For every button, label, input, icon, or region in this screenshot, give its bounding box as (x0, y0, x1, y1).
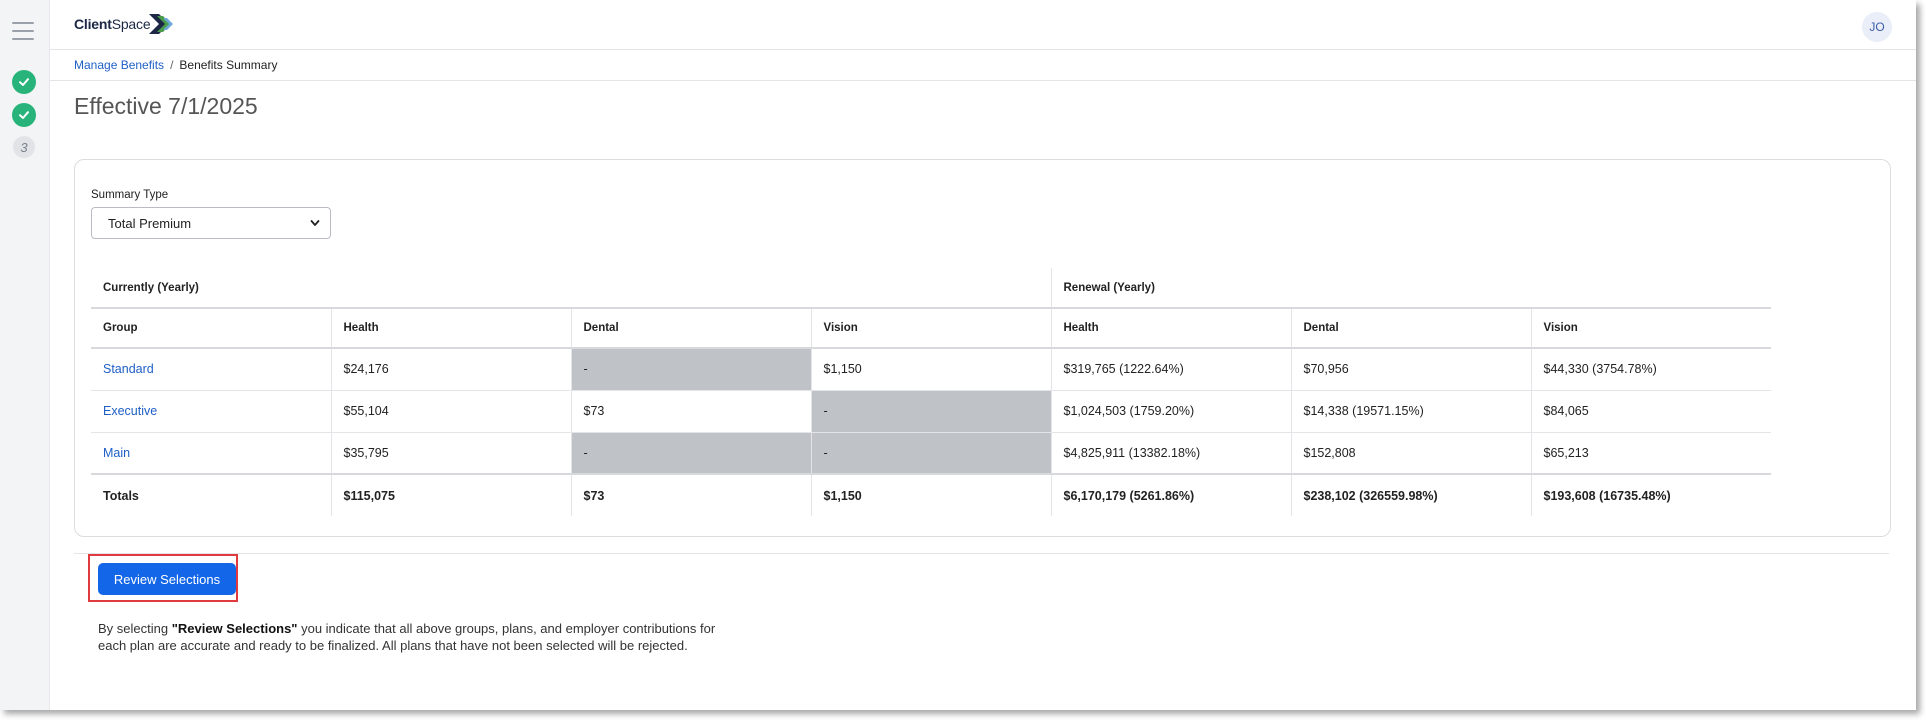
summary-type-select[interactable]: Total Premium (91, 207, 331, 239)
table-cell: $35,795 (331, 432, 572, 475)
totals-cell: $238,102 (326559.98%) (1291, 473, 1532, 516)
table-cell: $1,150 (811, 348, 1052, 391)
breadcrumb: Manage Benefits / Benefits Summary (74, 58, 277, 72)
review-disclaimer: By selecting "Review Selections" you ind… (98, 621, 716, 653)
page-title: Effective 7/1/2025 (74, 93, 258, 119)
review-selections-button[interactable]: Review Selections (98, 563, 236, 595)
totals-cell: $73 (571, 473, 812, 516)
breadcrumb-separator: / (170, 58, 174, 72)
table-cell: $70,956 (1291, 348, 1532, 391)
table-cell: $65,213 (1531, 432, 1771, 475)
totals-cell: $193,608 (16735.48%) (1531, 473, 1771, 516)
section-divider (74, 553, 1889, 554)
table-cell: $24,176 (331, 348, 572, 391)
disclaimer-emphasis: "Review Selections" (171, 621, 298, 636)
summary-card: Summary Type Total Premium Currently (Ye… (74, 159, 1891, 537)
column-header-current-dental: Dental (571, 308, 812, 349)
table-row: Executive $55,104 $73 - $1,024,503 (1759… (91, 390, 1771, 433)
renewal-yearly-header: Renewal (Yearly) (1051, 268, 1771, 309)
table-cell: $73 (571, 390, 812, 433)
logo-text: ClientSpace (74, 16, 151, 32)
table-row: Main $35,795 - - $4,825,911 (13382.18%) … (91, 432, 1771, 475)
totals-cell: $6,170,179 (5261.86%) (1051, 473, 1292, 516)
step-2-complete-icon[interactable] (12, 103, 36, 127)
totals-cell: $115,075 (331, 473, 572, 516)
group-cell: Main (91, 432, 332, 475)
breadcrumb-bar: Manage Benefits / Benefits Summary (50, 49, 1916, 81)
summary-type-label: Summary Type (91, 189, 169, 201)
table-cell: $14,338 (19571.15%) (1291, 390, 1532, 433)
totals-cell: $1,150 (811, 473, 1052, 516)
column-header-renewal-health: Health (1051, 308, 1292, 349)
breadcrumb-current: Benefits Summary (179, 58, 278, 72)
table-column-header-row: Group Health Dental Vision Health Dental… (91, 308, 1771, 349)
top-bar: ClientSpace JO (50, 0, 1916, 50)
group-link-standard[interactable]: Standard (103, 362, 154, 376)
table-cell: $319,765 (1222.64%) (1051, 348, 1292, 391)
chevron-down-icon (310, 220, 320, 226)
user-avatar[interactable]: JO (1862, 12, 1892, 42)
table-cell: $55,104 (331, 390, 572, 433)
logo-chevron-icon (149, 14, 174, 34)
group-cell: Standard (91, 348, 332, 391)
table-cell: $1,024,503 (1759.20%) (1051, 390, 1292, 433)
summary-type-value: Total Premium (108, 215, 192, 231)
column-header-renewal-vision: Vision (1531, 308, 1771, 349)
column-header-current-vision: Vision (811, 308, 1052, 349)
totals-label: Totals (91, 473, 332, 516)
group-link-main[interactable]: Main (103, 446, 130, 460)
group-cell: Executive (91, 390, 332, 433)
table-cell: $44,330 (3754.78%) (1531, 348, 1771, 391)
step-3-current[interactable]: 3 (13, 136, 35, 158)
currently-yearly-header: Currently (Yearly) (91, 268, 1052, 309)
table-cell: $84,065 (1531, 390, 1771, 433)
table-row: Standard $24,176 - $1,150 $319,765 (1222… (91, 348, 1771, 391)
breadcrumb-manage-benefits-link[interactable]: Manage Benefits (74, 58, 164, 72)
table-cell-unavailable: - (811, 390, 1052, 433)
column-header-current-health: Health (331, 308, 572, 349)
table-cell-unavailable: - (571, 432, 812, 475)
menu-icon[interactable] (12, 22, 34, 40)
column-header-group: Group (91, 308, 332, 349)
table-group-header-row: Currently (Yearly) Renewal (Yearly) (91, 268, 1771, 309)
table-cell: $4,825,911 (13382.18%) (1051, 432, 1292, 475)
benefits-summary-table: Currently (Yearly) Renewal (Yearly) Grou… (91, 268, 1771, 516)
clientspace-logo[interactable]: ClientSpace (74, 12, 175, 36)
left-rail: 3 (0, 0, 50, 710)
app-window: 3 ClientSpace JO Manage Benefits / Benefit… (0, 0, 1916, 710)
table-cell-unavailable: - (571, 348, 812, 391)
table-cell-unavailable: - (811, 432, 1052, 475)
totals-row: Totals $115,075 $73 $1,150 $6,170,179 (5… (91, 473, 1771, 516)
table-cell: $152,808 (1291, 432, 1532, 475)
group-link-executive[interactable]: Executive (103, 404, 157, 418)
step-1-complete-icon[interactable] (12, 70, 36, 94)
column-header-renewal-dental: Dental (1291, 308, 1532, 349)
